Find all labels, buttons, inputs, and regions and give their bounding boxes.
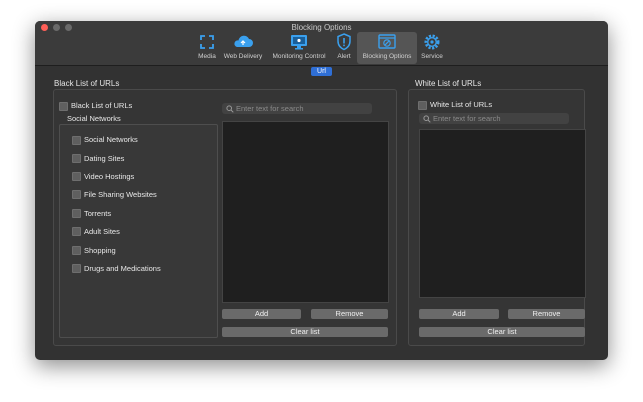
blacklist-url-list[interactable] — [222, 121, 389, 303]
social-networks-heading: Social Networks — [67, 114, 121, 123]
search-icon — [423, 115, 431, 126]
category-label: Torrents — [84, 209, 112, 218]
category-checkbox[interactable] — [72, 154, 81, 163]
toolbar-monitoring-control[interactable]: Monitoring Control — [267, 32, 331, 64]
toolbar-alert[interactable]: Alert — [333, 32, 355, 64]
toolbar-label-monitoring-control: Monitoring Control — [272, 53, 326, 60]
categories-box: Social Networks Dating Sites Video Hosti… — [59, 124, 218, 338]
toolbar-label-alert: Alert — [337, 53, 351, 60]
toolbar-service[interactable]: Service — [419, 32, 445, 64]
toolbar-web-delivery[interactable]: Web Delivery — [221, 32, 265, 64]
category-checkbox[interactable] — [72, 264, 81, 273]
blocking-icon — [378, 34, 396, 49]
blacklist-search-placeholder: Enter text for search — [236, 104, 304, 113]
whitelist-section-title: White List of URLs — [415, 79, 482, 88]
category-label: Shopping — [84, 246, 116, 255]
blacklist-group: Black List of URLs Social Networks Socia… — [53, 89, 397, 346]
category-checkbox[interactable] — [72, 172, 81, 181]
titlebar: Blocking Options Media Web Delivery Moni… — [35, 21, 608, 66]
whitelist-add-button[interactable]: Add — [419, 309, 499, 319]
toolbar-label-blocking-options: Blocking Options — [362, 53, 412, 60]
media-icon — [200, 35, 214, 49]
whitelist-remove-button[interactable]: Remove — [508, 309, 585, 319]
gear-icon — [424, 34, 440, 50]
toolbar-media[interactable]: Media — [195, 32, 219, 64]
category-label: Social Networks — [84, 135, 138, 144]
search-icon — [226, 105, 234, 116]
category-checkbox[interactable] — [72, 190, 81, 199]
whitelist-url-list[interactable] — [419, 129, 586, 298]
monitor-icon — [291, 35, 307, 50]
whitelist-clear-button[interactable]: Clear list — [419, 327, 585, 337]
alert-shield-icon — [337, 33, 351, 51]
tab-url[interactable]: Url — [311, 67, 332, 76]
toolbar-label-media: Media — [198, 53, 216, 60]
toolbar-blocking-options[interactable]: Blocking Options — [357, 32, 417, 64]
window-title: Blocking Options — [291, 23, 352, 32]
whitelist-enable-checkbox[interactable] — [418, 101, 427, 110]
toolbar-label-service: Service — [421, 53, 443, 60]
category-checkbox[interactable] — [72, 246, 81, 255]
blacklist-remove-button[interactable]: Remove — [311, 309, 388, 319]
whitelist-search-placeholder: Enter text for search — [433, 114, 501, 123]
category-checkbox[interactable] — [72, 136, 81, 145]
category-label: Dating Sites — [84, 154, 125, 163]
category-label: File Sharing Websites — [84, 190, 157, 199]
category-checkbox[interactable] — [72, 209, 81, 218]
blacklist-section-title: Black List of URLs — [54, 79, 120, 88]
blacklist-add-button[interactable]: Add — [222, 309, 301, 319]
category-label: Adult Sites — [84, 227, 120, 236]
whitelist-search-input[interactable]: Enter text for search — [419, 113, 569, 124]
category-label: Video Hostings — [84, 172, 135, 181]
toolbar-label-web-delivery: Web Delivery — [223, 53, 263, 60]
whitelist-enable-label: White List of URLs — [430, 100, 493, 109]
category-checkbox[interactable] — [72, 227, 81, 236]
blacklist-search-input[interactable]: Enter text for search — [222, 103, 372, 114]
blacklist-enable-checkbox[interactable] — [59, 102, 68, 111]
category-label: Drugs and Medications — [84, 264, 161, 273]
blacklist-clear-button[interactable]: Clear list — [222, 327, 388, 337]
cloud-icon — [234, 35, 253, 47]
whitelist-group: White List of URLs Enter text for search… — [408, 89, 586, 346]
blacklist-enable-label: Black List of URLs — [71, 101, 133, 110]
blocking-options-window: Blocking Options Media Web Delivery Moni… — [35, 21, 608, 360]
